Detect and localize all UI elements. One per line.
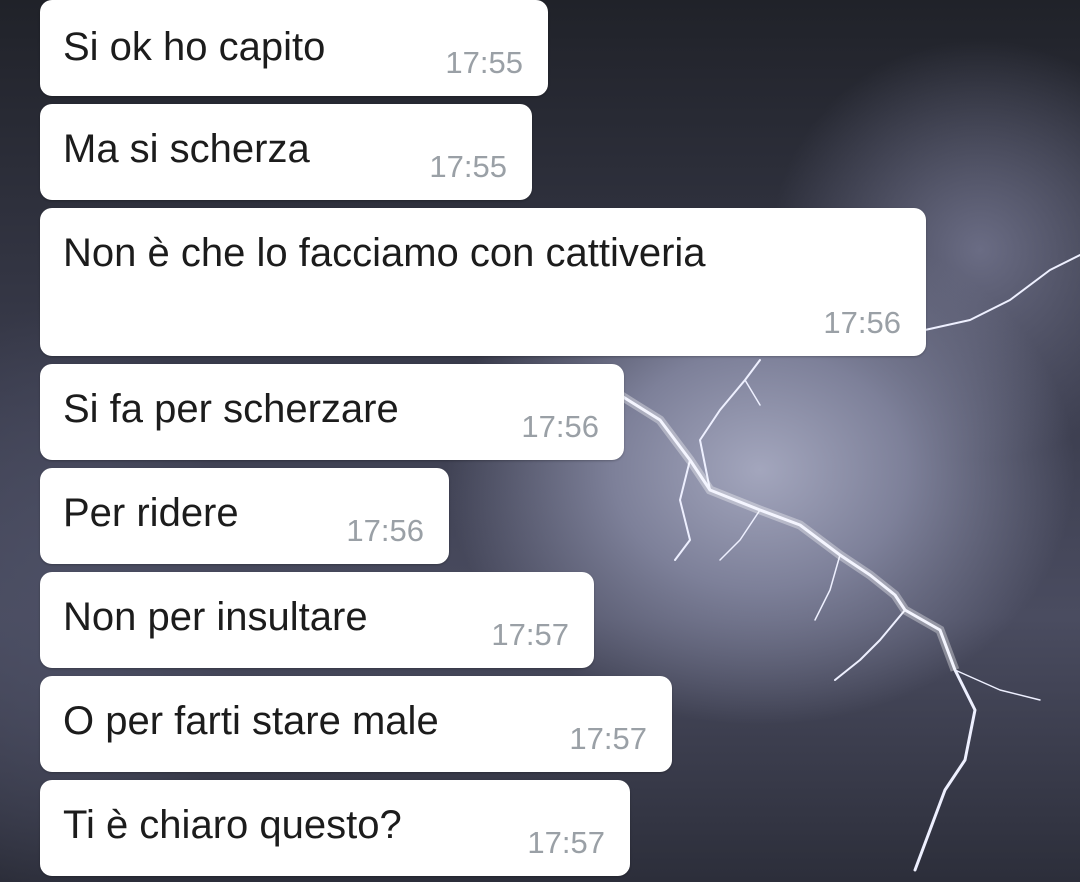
- message-timestamp: 17:55: [445, 45, 523, 80]
- message-text: Si ok ho capito: [63, 25, 326, 69]
- message-timestamp: 17:57: [569, 721, 647, 756]
- message-timestamp: 17:57: [491, 617, 569, 652]
- message-text: Si fa per scherzare: [63, 387, 399, 431]
- message-timestamp: 17:56: [521, 409, 599, 444]
- message-bubble[interactable]: Non è che lo facciamo con cattiveria 17:…: [40, 208, 926, 356]
- message-text: Non è che lo facciamo con cattiveria: [63, 231, 706, 275]
- message-timestamp: 17:56: [823, 305, 901, 340]
- bubble-tail: [62, 0, 82, 20]
- message-timestamp: 17:57: [527, 825, 605, 860]
- message-bubble[interactable]: Non per insultare 17:57: [40, 572, 594, 668]
- message-timestamp: 17:55: [429, 149, 507, 184]
- message-text: Non per insultare: [63, 595, 368, 639]
- message-bubble[interactable]: O per farti stare male 17:57: [40, 676, 672, 772]
- message-timestamp: 17:56: [346, 513, 424, 548]
- message-bubble[interactable]: Per ridere 17:56: [40, 468, 449, 564]
- message-text: O per farti stare male: [63, 699, 439, 743]
- message-bubble[interactable]: Si ok ho capito 17:55: [40, 0, 548, 96]
- message-bubble[interactable]: Ma si scherza 17:55: [40, 104, 532, 200]
- message-text: Ti è chiaro questo?: [63, 803, 402, 847]
- message-text: Ma si scherza: [63, 127, 310, 171]
- message-text: Per ridere: [63, 491, 239, 535]
- message-list[interactable]: Si ok ho capito 17:55 Ma si scherza 17:5…: [0, 0, 1080, 882]
- message-bubble[interactable]: Si fa per scherzare 17:56: [40, 364, 624, 460]
- message-bubble[interactable]: Ti è chiaro questo? 17:57: [40, 780, 630, 876]
